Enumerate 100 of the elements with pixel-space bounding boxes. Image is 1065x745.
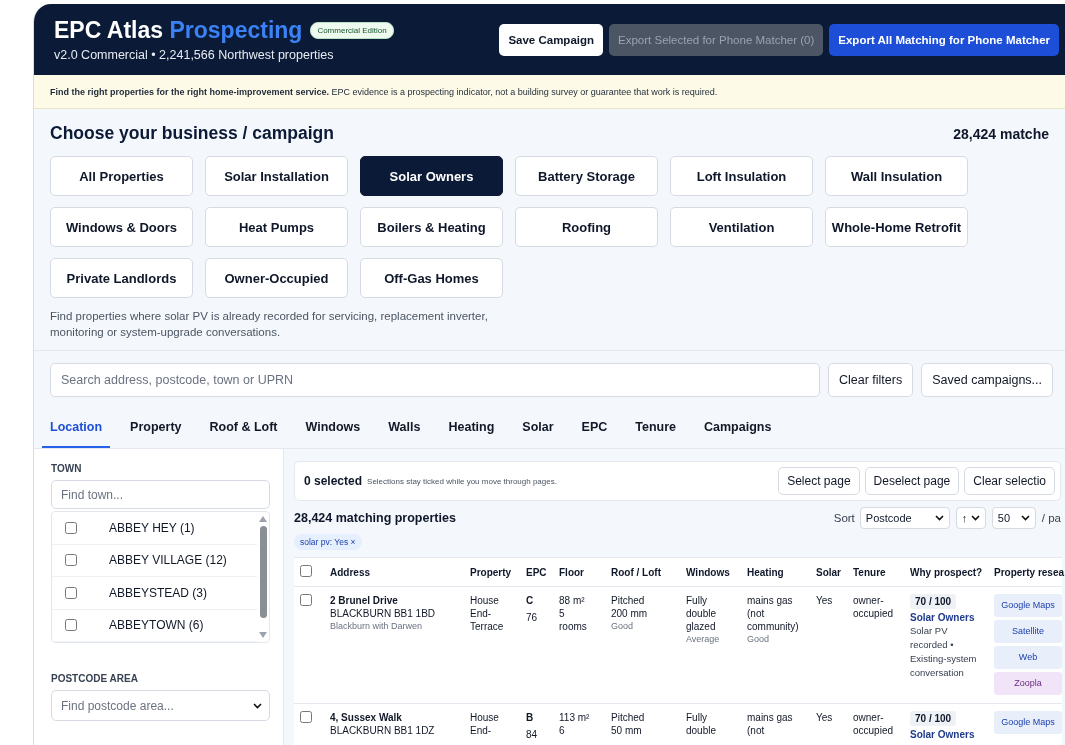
rating-text: Good — [611, 620, 635, 634]
windows-info: double — [686, 724, 718, 738]
town-checkbox[interactable] — [65, 554, 77, 567]
row-checkbox[interactable] — [300, 594, 312, 607]
selection-button[interactable]: Clear selectio — [964, 467, 1055, 496]
town-checkbox[interactable] — [65, 586, 77, 599]
filter-label: POSTCODE AREA — [51, 673, 139, 685]
campaign-button[interactable]: Ventilation — [670, 207, 813, 247]
prospect-note: Existing-system — [910, 652, 978, 667]
column-header: Tenure — [847, 557, 904, 587]
campaign-description: Find properties where solar PV is already recorded for servicing, replacement inverter, monitoring or system-upgrade conversations. — [50, 309, 489, 341]
roof-info: Pitched — [611, 594, 646, 608]
selection-button[interactable]: Select page — [778, 467, 860, 496]
filter-tab[interactable]: Campaigns — [696, 407, 780, 449]
prospect-score: 70 / 100 — [910, 711, 957, 727]
research-link[interactable]: Web — [994, 646, 1062, 670]
floor-info: 88 m² — [559, 594, 586, 608]
roof-info: 50 mm — [611, 724, 643, 738]
filter-tab[interactable]: Property — [122, 407, 190, 449]
save-button[interactable]: Save Campaign — [499, 23, 604, 56]
filter-tab[interactable]: Roof & Loft — [201, 407, 286, 449]
rating-text: Good — [747, 633, 771, 647]
property-type: House — [470, 711, 500, 725]
scrollbar-thumb[interactable] — [259, 526, 267, 619]
solar-value: Yes — [816, 711, 834, 725]
filter-tab[interactable]: Windows — [297, 407, 369, 449]
campaign-button[interactable]: Windows & Doors — [50, 207, 193, 247]
campaign-button[interactable]: Wall Insulation — [825, 156, 968, 196]
column-header: Roof / Loft — [605, 557, 680, 587]
column-header: Solar — [810, 557, 847, 587]
town-search-field[interactable]: Find town... — [51, 480, 270, 510]
prospect-score: 70 / 100 — [910, 594, 957, 610]
rating-text: Average — [686, 633, 721, 647]
research-link[interactable]: Google Maps — [994, 594, 1062, 618]
filter-tab[interactable]: Solar — [514, 407, 562, 449]
property-type: End- — [470, 607, 493, 621]
heating-info: (not — [747, 607, 766, 621]
town-checkbox[interactable] — [65, 619, 77, 632]
selection-button[interactable]: Deselect page — [864, 467, 960, 496]
filter-tab[interactable]: Tenure — [627, 407, 685, 449]
export-button[interactable]: Export All Matching for Phone Matcher — [829, 23, 1059, 56]
filter-chip[interactable]: solar pv: Yes × — [294, 534, 362, 551]
campaign-button[interactable]: Owner-Occupied — [205, 258, 348, 298]
research-link[interactable]: Google Maps — [994, 711, 1062, 735]
search-field[interactable]: Search address, postcode, town or UPRN — [50, 363, 820, 398]
campaign-button[interactable]: Off-Gas Homes — [360, 258, 503, 298]
town-option[interactable]: ABBEY HEY (1) — [109, 520, 195, 535]
direction-select[interactable]: ↑ — [955, 507, 986, 530]
saved-campaigns-button[interactable]: Saved campaigns... — [921, 363, 1053, 398]
campaign-button[interactable]: Solar Installation — [205, 156, 348, 196]
column-header: Heating — [741, 557, 810, 587]
scroll-up-icon[interactable] — [259, 516, 267, 523]
page-size-suffix: / pa — [1041, 512, 1061, 525]
filter-tab[interactable]: Heating — [440, 407, 503, 449]
prospect-note: conversation — [910, 666, 965, 681]
campaign-button[interactable]: Heat Pumps — [205, 207, 348, 247]
campaign-button[interactable]: Roofing — [515, 207, 658, 247]
column-header: Address — [324, 557, 464, 587]
floor-info: 113 m² — [559, 711, 591, 725]
column-header: Property resea — [988, 557, 1062, 587]
research-link[interactable]: Satellite — [994, 620, 1062, 644]
selected-count: 0 selected — [304, 474, 363, 489]
town-option[interactable]: ABBEYSTEAD (3) — [109, 585, 208, 600]
sort-select[interactable]: Postcode — [859, 507, 950, 530]
clear-filters-button[interactable]: Clear filters — [828, 363, 914, 398]
heating-info: mains gas — [747, 711, 794, 725]
town-checkbox[interactable] — [65, 521, 77, 534]
campaign-button[interactable]: Loft Insulation — [670, 156, 813, 196]
windows-info: glazed — [686, 620, 717, 634]
windows-info: Fully — [686, 711, 709, 725]
chevron-down-icon — [1020, 515, 1030, 522]
row-checkbox[interactable] — [300, 711, 312, 724]
town-option[interactable]: ABBEYTOWN (6) — [109, 618, 204, 633]
scroll-down-icon[interactable] — [259, 632, 267, 639]
chevron-down-icon — [934, 515, 944, 522]
page-size-select[interactable]: 50 — [991, 507, 1036, 530]
prospect-note: Solar PV — [910, 624, 949, 639]
street-address: 4, Sussex Walk — [330, 711, 403, 725]
campaign-button[interactable]: Private Landlords — [50, 258, 193, 298]
column-header: Property — [464, 557, 520, 587]
district-name: Blackburn with Darwen — [330, 620, 424, 634]
tenure-value: owner- — [853, 594, 885, 608]
research-link[interactable]: Zoopla — [994, 672, 1062, 696]
campaign-button[interactable]: Battery Storage — [515, 156, 658, 196]
selection-hint: Selections stay ticked while you move through pages. — [367, 476, 558, 486]
filter-tab[interactable]: Walls — [380, 407, 429, 449]
edition-badge: Commercial Edition — [310, 22, 394, 39]
campaign-button[interactable]: Boilers & Heating — [360, 207, 503, 247]
postcode-select[interactable]: Find postcode area... — [51, 690, 270, 722]
campaign-button[interactable]: Solar Owners — [360, 156, 503, 196]
notice-text: Find the right properties for the right home-improvement service. EPC evidence is a prospecting indicator, not a building survey or guarantee that work is required. — [34, 75, 1065, 109]
campaign-button[interactable]: Whole-Home Retrofit — [825, 207, 968, 247]
filter-tab[interactable]: EPC — [573, 407, 616, 449]
town-postcode: BLACKBURN BB1 1BD — [330, 607, 437, 621]
solar-value: Yes — [816, 594, 834, 608]
filter-label: TOWN — [51, 463, 83, 475]
select-all-checkbox[interactable] — [300, 565, 312, 578]
tenure-value: owner- — [853, 711, 885, 725]
campaign-button[interactable]: All Properties — [50, 156, 193, 196]
town-option[interactable]: ABBEY VILLAGE (12) — [109, 553, 227, 568]
